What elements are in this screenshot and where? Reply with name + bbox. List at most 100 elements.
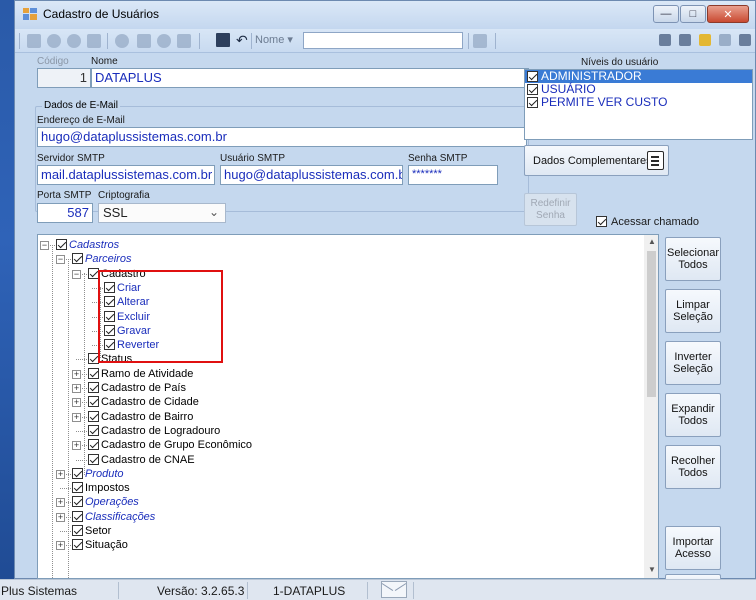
mail-icon[interactable] [381, 581, 407, 598]
inverter-selecao-button[interactable]: Inverter Seleção [665, 341, 721, 385]
checkbox-checked-icon[interactable] [72, 510, 83, 522]
redefinir-senha-button[interactable]: Redefinir Senha [524, 193, 577, 226]
undo-icon[interactable]: ↶ [236, 32, 248, 49]
checkbox-checked-icon[interactable] [527, 97, 538, 108]
collapse-icon[interactable]: − [40, 241, 49, 250]
expand-icon[interactable]: + [56, 469, 65, 479]
checkbox-checked-icon[interactable] [72, 482, 83, 494]
expand-icon[interactable]: + [72, 384, 81, 393]
checkbox-checked-icon[interactable] [88, 382, 99, 393]
selecionar-line1: Selecionar [667, 247, 719, 259]
close-button[interactable]: ✕ [707, 5, 749, 23]
toolbar-search-input[interactable] [303, 32, 463, 49]
tree-node-label: Cadastros [69, 239, 120, 251]
checkbox-checked-icon[interactable] [56, 239, 67, 250]
save-icon[interactable] [216, 33, 230, 47]
importar-acesso-button[interactable]: Importar Acesso [665, 526, 721, 570]
toolbar-separator [251, 33, 252, 49]
codigo-field[interactable]: 1 [37, 68, 91, 88]
inverter-selecao-label: Inverter Seleção [673, 351, 713, 375]
email-group-caption: Dados de E-Mail [42, 100, 120, 111]
tree-node-label: Cadastro de Bairro [101, 410, 194, 423]
checkbox-checked-icon[interactable] [88, 424, 99, 436]
tree-connector [76, 459, 87, 461]
nome-field[interactable]: DATAPLUS [91, 68, 529, 88]
tree-scrollbar[interactable]: ▲ ▼ [644, 235, 658, 578]
smtp-server-label: Servidor SMTP [37, 153, 105, 164]
previous-record-icon[interactable] [67, 34, 81, 48]
collapse-icon[interactable]: − [72, 269, 81, 279]
checkbox-checked-icon[interactable] [72, 539, 83, 551]
menu-icon[interactable] [739, 34, 751, 46]
limpar-line2: Seleção [673, 311, 713, 323]
level-item-permite-ver-custo[interactable]: PERMITE VER CUSTO [525, 96, 752, 109]
expand-icon[interactable]: + [72, 441, 81, 451]
selecionar-todos-button[interactable]: Selecionar Todos [665, 237, 721, 281]
recolher-todos-button[interactable]: Recolher Todos [665, 445, 721, 489]
expand-icon[interactable]: + [56, 498, 65, 508]
checkbox-checked-icon[interactable] [88, 367, 99, 379]
dados-complementares-button[interactable]: Dados Complementares [524, 145, 669, 176]
expandir-line1: Expandir [671, 403, 715, 415]
expand-icon[interactable]: + [56, 541, 65, 551]
scroll-down-icon[interactable]: ▼ [648, 565, 656, 574]
expandir-todos-button[interactable]: Expandir Todos [665, 393, 721, 437]
limpar-selecao-button[interactable]: Limpar Seleção [665, 289, 721, 333]
tree-node-label: Cadastro de País [101, 382, 186, 394]
maximize-button[interactable]: □ [680, 5, 706, 23]
checkbox-checked-icon[interactable] [527, 71, 538, 82]
crypto-select[interactable]: SSL ⌄ [98, 203, 226, 223]
smtp-server-field[interactable]: mail.dataplussistemas.com.br [37, 165, 215, 185]
checkbox-checked-icon[interactable] [88, 410, 99, 422]
levels-listbox[interactable]: ADMINISTRADOR USUÁRIO PERMITE VER CUSTO [524, 69, 753, 140]
edit-icon[interactable] [137, 34, 151, 48]
collapse-icon[interactable]: − [56, 255, 65, 265]
minimize-button[interactable]: — [653, 5, 679, 23]
checkbox-checked-icon[interactable] [88, 396, 99, 408]
email-field[interactable]: hugo@dataplussistemas.com.br [37, 127, 527, 147]
dados-complementares-label: Dados Complementares [533, 154, 652, 167]
inverter-line2: Seleção [673, 363, 713, 375]
smtp-user-field[interactable]: hugo@dataplussistemas.com.br [220, 165, 403, 185]
checkbox-checked-icon[interactable] [88, 439, 99, 451]
expand-icon[interactable]: + [56, 512, 65, 522]
redefinir-line1: Redefinir [530, 197, 571, 209]
acessar-chamado-checkbox[interactable] [596, 216, 607, 227]
scroll-up-icon[interactable]: ▲ [648, 237, 656, 246]
checkbox-checked-icon[interactable] [72, 496, 83, 508]
new-icon[interactable] [27, 34, 41, 48]
tree-node-label: Produto [85, 467, 124, 480]
status-divider [118, 582, 119, 599]
tree-node-label: Operações [85, 496, 139, 509]
smtp-port-field[interactable]: 587 [37, 203, 93, 223]
filter-icon[interactable] [699, 34, 711, 46]
permissions-tree[interactable]: Cadastros − Parceiros − Cadastro − Criar Altera… [37, 234, 659, 579]
print-icon[interactable] [177, 34, 191, 48]
search-icon[interactable] [679, 34, 691, 46]
level-item-label: ADMINISTRADOR [541, 69, 642, 83]
checkbox-checked-icon[interactable] [88, 453, 99, 465]
checkbox-checked-icon[interactable] [72, 253, 83, 265]
expand-icon[interactable]: + [72, 398, 81, 408]
expand-icon[interactable]: + [72, 412, 81, 422]
redefinir-line2: Senha [536, 209, 565, 221]
checkbox-checked-icon[interactable] [72, 467, 83, 479]
scroll-thumb[interactable] [647, 251, 656, 397]
toolbar-nome-label[interactable]: Nome ▾ [255, 33, 293, 46]
add-icon[interactable] [115, 34, 129, 48]
copy-icon[interactable] [659, 34, 671, 46]
next-record-icon[interactable] [87, 34, 101, 48]
delete-icon[interactable] [157, 34, 171, 48]
checkbox-checked-icon[interactable] [72, 525, 83, 536]
user-icon[interactable] [719, 34, 731, 46]
first-record-icon[interactable] [47, 34, 61, 48]
tree-connector [76, 430, 87, 432]
smtp-password-field[interactable]: ******* [408, 165, 498, 185]
expand-icon[interactable]: + [72, 369, 81, 379]
window-title: Cadastro de Usuários [43, 7, 160, 21]
checkbox-checked-icon[interactable] [527, 84, 538, 95]
grid-icon[interactable] [473, 34, 487, 48]
tree-node-label: Situação [85, 539, 128, 552]
expandir-line2: Todos [678, 415, 708, 427]
title-bar: Cadastro de Usuários — □ ✕ [15, 1, 755, 29]
